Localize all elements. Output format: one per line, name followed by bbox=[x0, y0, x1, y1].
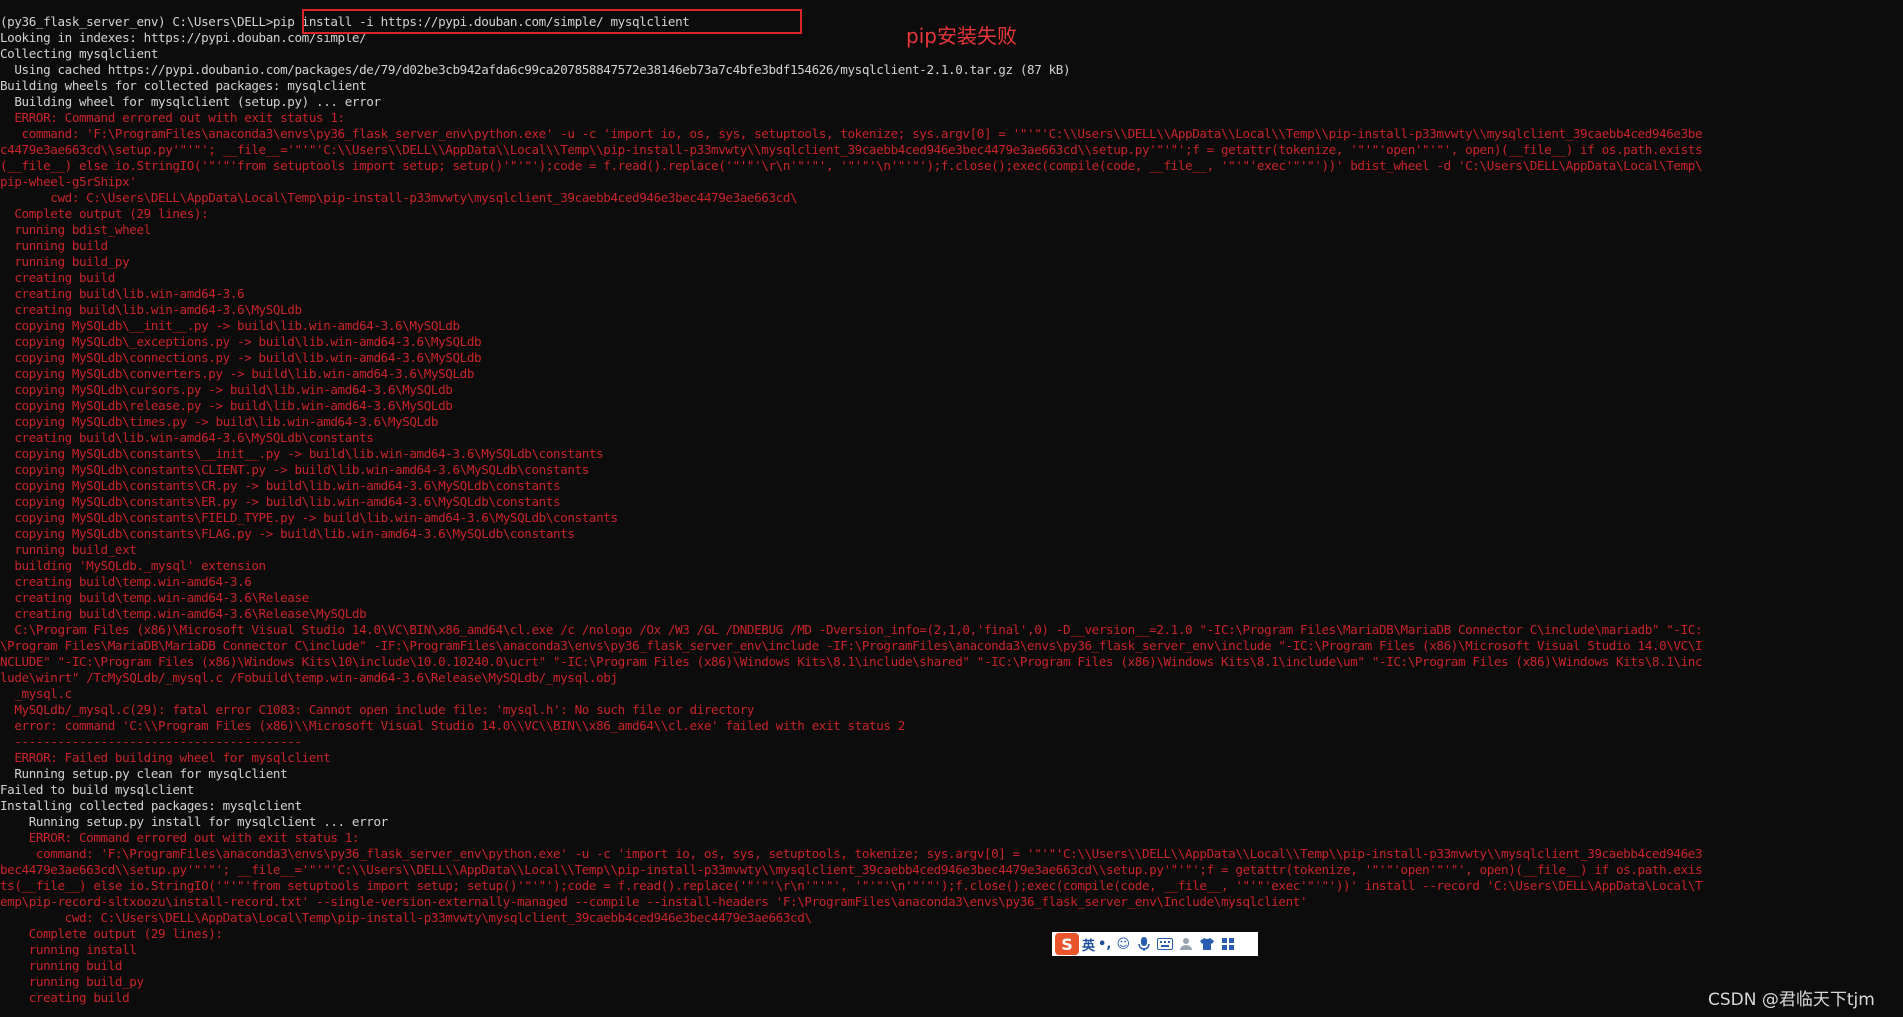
terminal-line: copying MySQLdb\times.py -> build\lib.wi… bbox=[0, 414, 439, 429]
microphone-icon[interactable] bbox=[1135, 935, 1153, 953]
terminal-line: MySQLdb/_mysql.c(29): fatal error C1083:… bbox=[0, 702, 755, 717]
terminal-line: copying MySQLdb\cursors.py -> build\lib.… bbox=[0, 382, 453, 397]
terminal-line: Installing collected packages: mysqlclie… bbox=[0, 798, 302, 813]
terminal-line: Complete output (29 lines): bbox=[0, 206, 209, 221]
sogou-logo-icon[interactable]: S bbox=[1055, 933, 1079, 955]
ime-toolbar[interactable]: S 英 •, ☺ bbox=[1052, 932, 1258, 956]
terminal-line: creating build\lib.win-amd64-3.6\MySQLdb bbox=[0, 302, 302, 317]
terminal-line: Complete output (29 lines): bbox=[0, 926, 223, 941]
terminal-line: copying MySQLdb\converters.py -> build\l… bbox=[0, 366, 475, 381]
watermark-text: CSDN @君临天下tjm bbox=[1708, 990, 1875, 1010]
terminal-line: \Program Files\MariaDB\MariaDB Connector… bbox=[0, 638, 1703, 653]
command-highlight-box bbox=[302, 9, 802, 34]
annotation-label: pip安装失败 bbox=[906, 24, 1017, 48]
terminal-line: (__file__) else io.StringIO('"'"'from se… bbox=[0, 158, 1703, 173]
terminal-line: creating build\temp.win-amd64-3.6\Releas… bbox=[0, 606, 367, 621]
terminal-line: cwd: C:\Users\DELL\AppData\Local\Temp\pi… bbox=[0, 910, 812, 925]
terminal-line: copying MySQLdb\release.py -> build\lib.… bbox=[0, 398, 453, 413]
terminal-line: pip-wheel-g5rShipx' bbox=[0, 174, 137, 189]
terminal-line: running build_py bbox=[0, 974, 144, 989]
terminal-line: emp\pip-record-sltxoozu\install-record.t… bbox=[0, 894, 1308, 909]
terminal-line: copying MySQLdb\constants\CLIENT.py -> b… bbox=[0, 462, 589, 477]
terminal-line: running build bbox=[0, 958, 123, 973]
language-toggle[interactable]: 英 bbox=[1082, 935, 1095, 954]
terminal-line: running build_ext bbox=[0, 542, 137, 557]
user-icon[interactable] bbox=[1177, 935, 1195, 953]
shirt-icon[interactable] bbox=[1198, 935, 1216, 953]
terminal-line: creating build\lib.win-amd64-3.6\MySQLdb… bbox=[0, 430, 374, 445]
terminal-line: creating build bbox=[0, 270, 115, 285]
terminal-line: creating build\lib.win-amd64-3.6 bbox=[0, 286, 245, 301]
terminal-line: Running setup.py clean for mysqlclient bbox=[0, 766, 288, 781]
terminal-line: running install bbox=[0, 942, 137, 957]
terminal-line: lude\winrt" /TcMySQLdb/_mysql.c /Fobuild… bbox=[0, 670, 618, 685]
terminal-line: running build bbox=[0, 238, 108, 253]
terminal-line: copying MySQLdb\constants\FIELD_TYPE.py … bbox=[0, 510, 618, 525]
terminal-line: error: command 'C:\\Program Files (x86)\… bbox=[0, 718, 905, 733]
terminal-line: copying MySQLdb\_exceptions.py -> build\… bbox=[0, 334, 482, 349]
terminal-line: Building wheels for collected packages: … bbox=[0, 78, 367, 93]
terminal-line: Building wheel for mysqlclient (setup.py… bbox=[0, 94, 381, 109]
terminal-line: building 'MySQLdb._mysql' extension bbox=[0, 558, 266, 573]
terminal-line: creating build\temp.win-amd64-3.6\Releas… bbox=[0, 590, 309, 605]
keyboard-icon[interactable] bbox=[1156, 935, 1174, 953]
terminal-line: command: 'F:\ProgramFiles\anaconda3\envs… bbox=[0, 126, 1703, 141]
terminal-line: copying MySQLdb\connections.py -> build\… bbox=[0, 350, 482, 365]
terminal-line: cwd: C:\Users\DELL\AppData\Local\Temp\pi… bbox=[0, 190, 798, 205]
terminal-line: command: 'F:\ProgramFiles\anaconda3\envs… bbox=[0, 846, 1703, 861]
terminal-line: ERROR: Command errored out with exit sta… bbox=[0, 110, 345, 125]
terminal-line: copying MySQLdb\__init__.py -> build\lib… bbox=[0, 318, 460, 333]
terminal-line: running bdist_wheel bbox=[0, 222, 151, 237]
emoji-icon[interactable]: ☺ bbox=[1114, 935, 1132, 953]
terminal-line: copying MySQLdb\constants\CR.py -> build… bbox=[0, 478, 561, 493]
terminal-line: Running setup.py install for mysqlclient… bbox=[0, 814, 389, 829]
terminal-line: Using cached https://pypi.doubanio.com/p… bbox=[0, 62, 1071, 77]
terminal-line: _mysql.c bbox=[0, 686, 72, 701]
terminal-line: copying MySQLdb\constants\__init__.py ->… bbox=[0, 446, 604, 461]
terminal-line: C:\Program Files (x86)\Microsoft Visual … bbox=[0, 622, 1703, 637]
terminal-line: bec4479e3ae663cd\\setup.py'"'"'; __file_… bbox=[0, 862, 1703, 877]
terminal-line: c4479e3ae663cd\\setup.py'"'"'; __file__=… bbox=[0, 142, 1703, 157]
terminal-line: creating build bbox=[0, 990, 130, 1005]
terminal-line: ts(__file__) else io.StringIO('"'"'from … bbox=[0, 878, 1703, 893]
terminal-line: running build_py bbox=[0, 254, 130, 269]
grid-icon[interactable] bbox=[1219, 935, 1237, 953]
terminal-line: ---------------------------------------- bbox=[0, 734, 302, 749]
terminal-output[interactable]: (py36_flask_server_env) C:\Users\DELL>pi… bbox=[0, 14, 1903, 1006]
punctuation-toggle[interactable]: •, bbox=[1098, 937, 1111, 952]
terminal-line: Failed to build mysqlclient bbox=[0, 782, 194, 797]
terminal-line: ERROR: Command errored out with exit sta… bbox=[0, 830, 360, 845]
terminal-line: NCLUDE" "-IC:\Program Files (x86)\Window… bbox=[0, 654, 1703, 669]
terminal-line: copying MySQLdb\constants\ER.py -> build… bbox=[0, 494, 561, 509]
terminal-line: copying MySQLdb\constants\FLAG.py -> bui… bbox=[0, 526, 575, 541]
terminal-line: creating build\temp.win-amd64-3.6 bbox=[0, 574, 252, 589]
terminal-line: ERROR: Failed building wheel for mysqlcl… bbox=[0, 750, 331, 765]
